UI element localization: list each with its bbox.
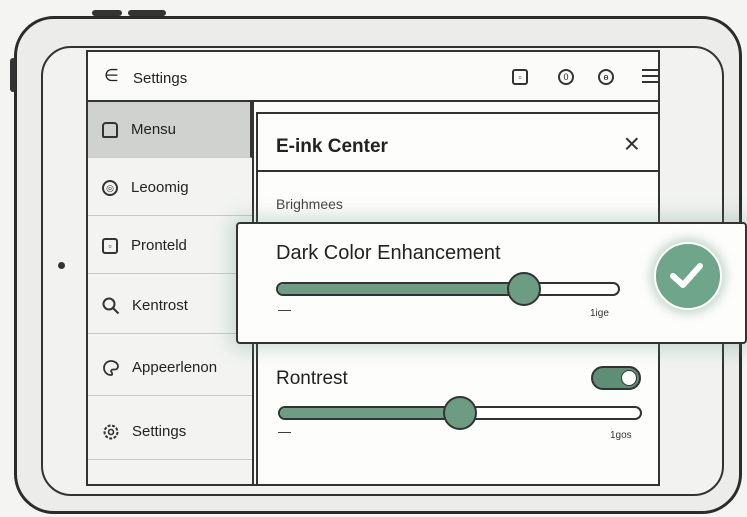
back-icon[interactable]: ∈: [104, 66, 119, 86]
gear-icon: [103, 424, 119, 439]
sidebar-item-label: Leoomig: [131, 179, 189, 196]
contrast-slider-fill: [280, 408, 460, 418]
card-title: Dark Color Enhancement: [276, 242, 501, 264]
contrast-toggle[interactable]: [591, 366, 641, 390]
dark-color-max-label: 1ige: [590, 308, 609, 319]
contrast-max-label: 1gos: [610, 430, 632, 441]
sidebar-item-leoomig[interactable]: ◎ Leoomig: [88, 160, 252, 216]
clock-icon[interactable]: ɵ: [598, 69, 614, 85]
sidebar-item-kentrost[interactable]: Kentrost: [88, 278, 252, 334]
top-bar: ∈ Settings ▫ 0 ɵ: [88, 52, 658, 102]
circle-icon: ◎: [102, 179, 118, 196]
dark-color-min-label: —: [278, 302, 291, 317]
contrast-label: Rontrest: [276, 368, 348, 389]
sidebar-item-mensu[interactable]: Mensu: [88, 102, 252, 158]
sidebar-item-label: Settings: [132, 423, 187, 440]
dark-color-slider-thumb[interactable]: [506, 272, 541, 306]
camera-dot: [58, 262, 65, 269]
dark-color-slider[interactable]: [276, 282, 620, 296]
sidebar-item-settings[interactable]: Settings: [88, 404, 252, 460]
square-icon: ▫: [102, 237, 118, 254]
sidebar-item-label: Mensu: [131, 121, 177, 138]
menu-icon[interactable]: [642, 69, 658, 87]
panel-title: E-ink Center: [276, 136, 388, 157]
sidebar-item-label: Pronteld: [131, 237, 187, 254]
contrast-min-label: —: [278, 424, 291, 439]
close-icon[interactable]: ×: [624, 128, 640, 160]
brightness-label: Brighmees: [276, 196, 343, 212]
dark-color-slider-fill: [278, 284, 523, 294]
info-icon[interactable]: 0: [558, 69, 574, 85]
sidebar: Mensu ◎ Leoomig ▫ Pronteld Kentrost Appe…: [88, 102, 254, 484]
sidebar-item-label: Kentrost: [132, 297, 188, 314]
side-button: [10, 58, 16, 92]
search-icon: [102, 297, 120, 314]
palette-icon: [103, 359, 119, 376]
divider: [258, 170, 658, 172]
sidebar-item-label: Appeerlenon: [132, 359, 218, 376]
toggle-knob: [621, 370, 637, 386]
home-icon: [102, 121, 118, 138]
power-button: [92, 10, 122, 16]
page-title: Settings: [133, 70, 188, 87]
sidebar-item-appeerlenon[interactable]: Appeerlenon: [88, 340, 252, 396]
check-icon[interactable]: [654, 242, 722, 310]
sidebar-item-pronteld[interactable]: ▫ Pronteld: [88, 218, 252, 274]
volume-button: [128, 10, 166, 16]
contrast-slider-thumb[interactable]: [443, 396, 477, 430]
tablet-icon[interactable]: ▫: [512, 69, 528, 85]
